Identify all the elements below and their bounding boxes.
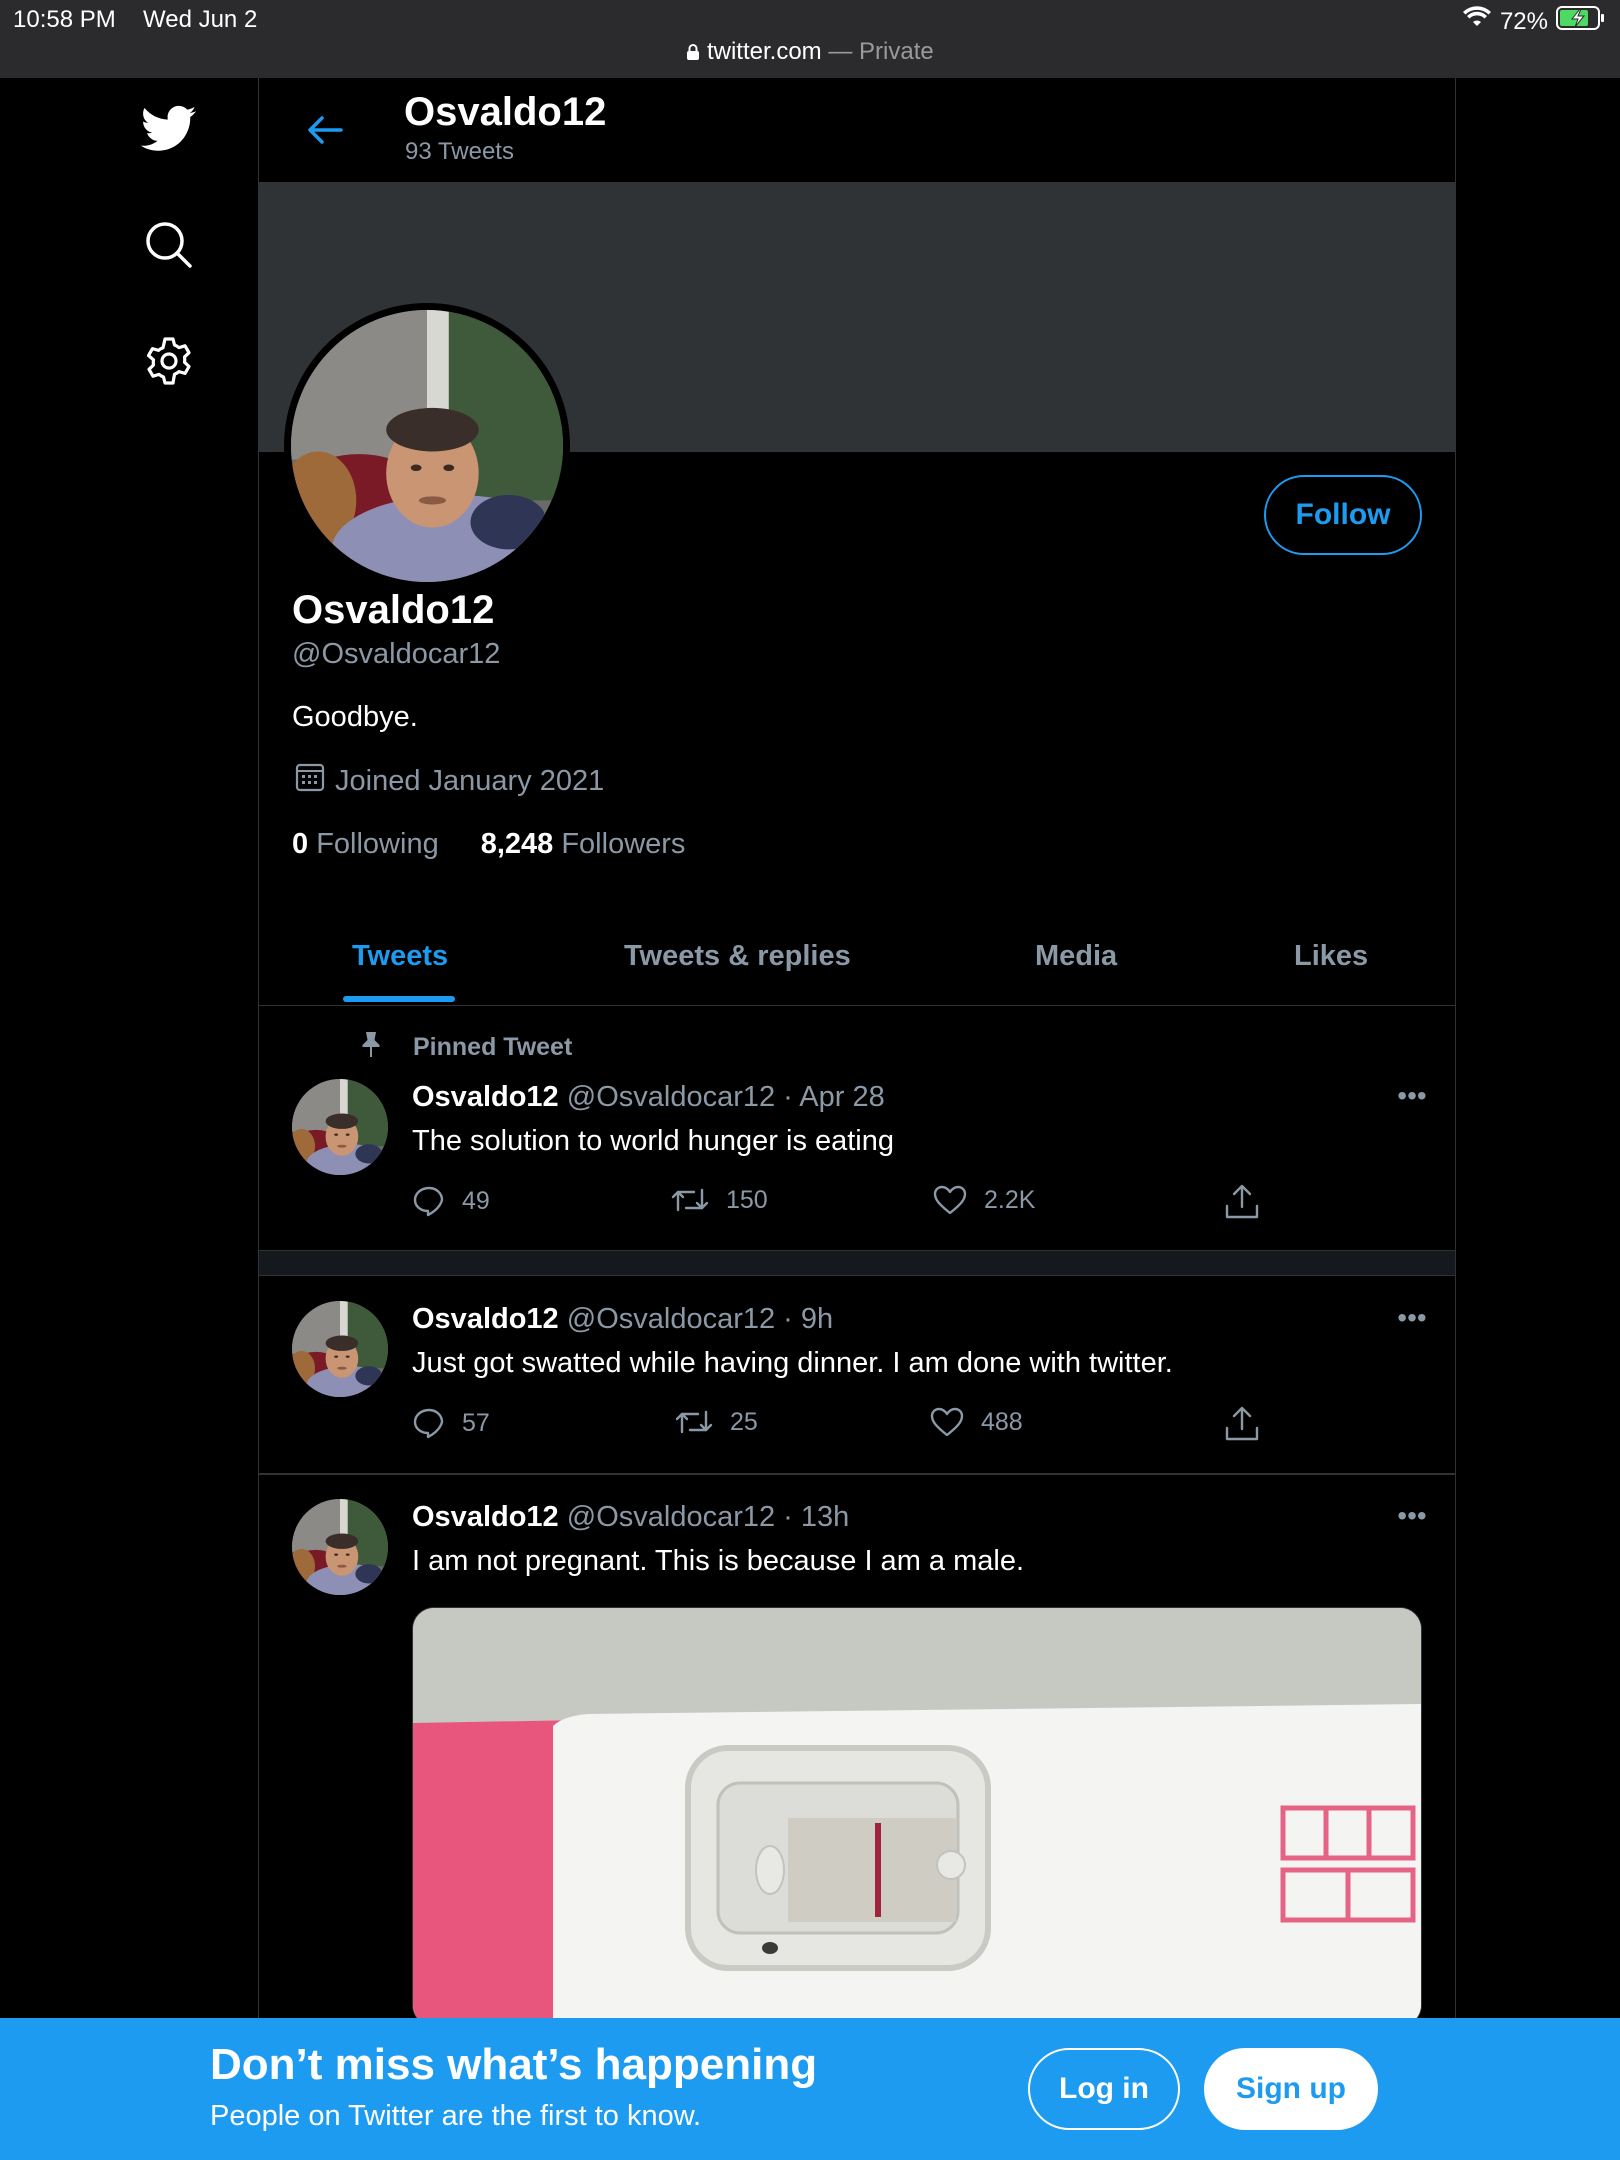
heart-icon xyxy=(930,1407,964,1437)
retweet-button[interactable]: 25 xyxy=(674,1406,758,1438)
tab-media[interactable]: Media xyxy=(1035,940,1117,973)
left-nav xyxy=(0,78,258,2018)
header-tweet-count: 93 Tweets xyxy=(405,138,514,165)
battery-percent: 72% xyxy=(1499,7,1548,35)
gear-icon[interactable] xyxy=(140,332,198,390)
share-button[interactable] xyxy=(1224,1406,1260,1442)
follow-stats: 0 Following 8,248 Followers xyxy=(292,828,685,861)
arrow-left-icon xyxy=(308,116,343,144)
following-count: 0 xyxy=(292,828,309,860)
log-in-button[interactable]: Log in xyxy=(1028,2048,1180,2130)
back-button[interactable] xyxy=(299,104,351,156)
pin-icon xyxy=(359,1030,383,1065)
retweet-button[interactable]: 150 xyxy=(670,1184,768,1216)
tweet-media-image[interactable] xyxy=(412,1607,1422,2018)
status-date: Wed Jun 2 xyxy=(143,6,258,33)
signup-cta-banner: Don’t miss what’s happening People on Tw… xyxy=(0,2018,1620,2160)
url-bar[interactable]: twitter.com — Private xyxy=(0,38,1620,66)
heart-icon xyxy=(933,1185,967,1215)
twitter-logo-icon[interactable] xyxy=(140,100,198,158)
tweet-avatar[interactable] xyxy=(292,1499,388,1595)
tweet-text: I am not pregnant. This is because I am … xyxy=(412,1545,1025,1577)
profile-bio: Goodbye. xyxy=(292,701,418,733)
tweet-avatar[interactable] xyxy=(292,1079,388,1175)
reply-button[interactable]: 57 xyxy=(412,1406,490,1440)
tweet-header: Osvaldo12 @Osvaldocar12 · 9h xyxy=(412,1303,833,1336)
tweet-meta: @Osvaldocar12 · 13h xyxy=(566,1501,850,1533)
following-label: Following xyxy=(316,828,439,860)
tweet-meta: @Osvaldocar12 · 9h xyxy=(566,1303,834,1335)
joined-date: Joined January 2021 xyxy=(295,762,604,800)
tweet-text: The solution to world hunger is eating xyxy=(412,1125,895,1157)
tab-likes[interactable]: Likes xyxy=(1294,940,1368,973)
profile-tabs: Tweets Tweets & replies Media Likes xyxy=(259,918,1455,1006)
follow-button[interactable]: Follow xyxy=(1264,475,1422,555)
retweet-icon xyxy=(671,1188,709,1212)
profile-avatar[interactable] xyxy=(284,303,570,589)
joined-text: Joined January 2021 xyxy=(335,764,605,797)
followers-label: Followers xyxy=(561,828,686,860)
profile-header-bar: Osvaldo12 93 Tweets xyxy=(259,78,1455,182)
profile-display-name: Osvaldo12 xyxy=(292,588,495,632)
like-button[interactable]: 2.2K xyxy=(932,1184,1035,1216)
like-count: 2.2K xyxy=(984,1185,1036,1214)
status-time: 10:58 PM xyxy=(13,6,116,33)
tweet-divider xyxy=(259,1473,1455,1475)
tab-tweets-and-replies[interactable]: Tweets & replies xyxy=(624,940,851,973)
share-icon xyxy=(1225,1184,1259,1219)
wifi-icon xyxy=(1462,6,1492,37)
following-link[interactable]: 0 Following xyxy=(292,828,439,861)
like-count: 488 xyxy=(981,1407,1023,1436)
tweet-meta: @Osvaldocar12 · Apr 28 xyxy=(566,1081,885,1113)
tweet-actions: 49 150 2.2K xyxy=(412,1184,1412,1228)
retweet-count: 150 xyxy=(726,1185,768,1214)
tweet-text: Just got swatted while having dinner. I … xyxy=(412,1347,1173,1379)
more-options-icon[interactable]: ••• xyxy=(1387,1080,1437,1111)
reply-icon xyxy=(413,1186,444,1217)
url-text: twitter.com xyxy=(706,38,822,65)
private-label: — Private xyxy=(821,38,934,65)
sign-up-button[interactable]: Sign up xyxy=(1204,2048,1378,2130)
more-options-icon[interactable]: ••• xyxy=(1387,1500,1437,1531)
followers-count: 8,248 xyxy=(480,828,554,860)
pinned-text: Pinned Tweet xyxy=(413,1033,573,1061)
reply-count: 57 xyxy=(462,1408,490,1437)
pinned-tweet-label: Pinned Tweet xyxy=(359,1030,572,1065)
tweet-actions: 57 25 488 xyxy=(412,1406,1412,1450)
section-divider xyxy=(259,1250,1455,1276)
reply-count: 49 xyxy=(462,1186,490,1215)
cta-title: Don’t miss what’s happening xyxy=(210,2040,818,2089)
tweet-header: Osvaldo12 @Osvaldocar12 · 13h xyxy=(412,1501,849,1534)
tweet-author-name[interactable]: Osvaldo12 xyxy=(412,1081,559,1113)
share-icon xyxy=(1225,1406,1259,1441)
tweet-author-name[interactable]: Osvaldo12 xyxy=(412,1501,559,1533)
active-tab-indicator xyxy=(343,996,455,1002)
profile-column: Osvaldo12 93 Tweets Follow Osvaldo12 @Os… xyxy=(258,78,1456,2018)
more-options-icon[interactable]: ••• xyxy=(1387,1302,1437,1333)
header-name: Osvaldo12 xyxy=(404,90,607,134)
tab-tweets[interactable]: Tweets xyxy=(352,940,448,973)
share-button[interactable] xyxy=(1224,1184,1260,1220)
reply-icon xyxy=(413,1408,444,1439)
retweet-count: 25 xyxy=(730,1407,758,1436)
followers-link[interactable]: 8,248 Followers xyxy=(481,828,686,861)
ios-status-bar: 10:58 PM Wed Jun 2 72% twitter.com — Pri… xyxy=(0,0,1620,78)
cta-subtitle: People on Twitter are the first to know. xyxy=(210,2100,702,2132)
battery-charging-icon xyxy=(1556,5,1606,38)
search-icon[interactable] xyxy=(140,216,198,274)
calendar-icon xyxy=(295,762,325,800)
retweet-icon xyxy=(675,1410,713,1434)
tweet-header: Osvaldo12 @Osvaldocar12 · Apr 28 xyxy=(412,1081,885,1114)
status-indicators: 72% xyxy=(1462,5,1606,38)
lock-icon xyxy=(686,38,707,65)
tweet-avatar[interactable] xyxy=(292,1301,388,1397)
tweet-author-name[interactable]: Osvaldo12 xyxy=(412,1303,559,1335)
profile-handle: @Osvaldocar12 xyxy=(292,638,501,670)
reply-button[interactable]: 49 xyxy=(412,1184,490,1218)
like-button[interactable]: 488 xyxy=(929,1406,1023,1438)
